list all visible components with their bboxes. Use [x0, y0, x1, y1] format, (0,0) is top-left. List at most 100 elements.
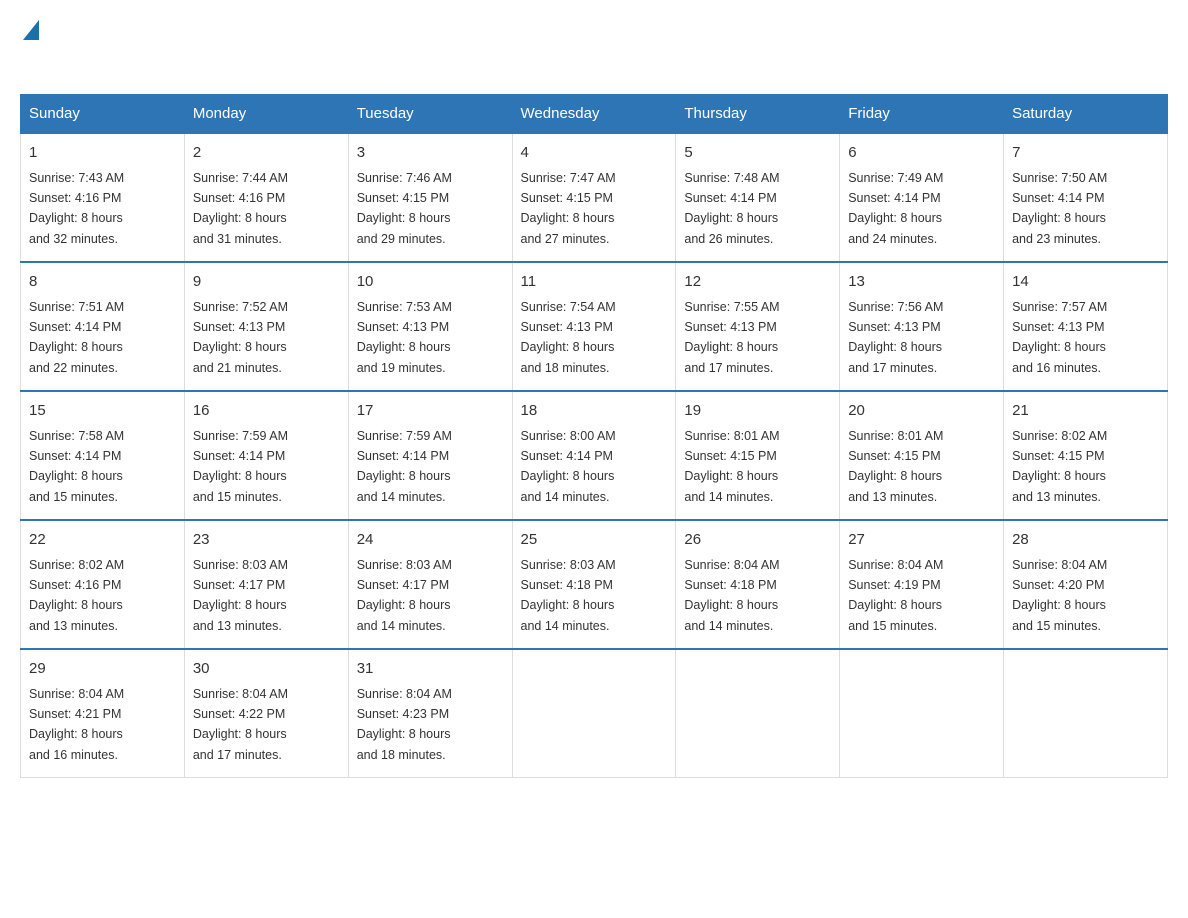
calendar-week-1: 1 Sunrise: 7:43 AMSunset: 4:16 PMDayligh… — [21, 133, 1168, 262]
calendar-cell: 7 Sunrise: 7:50 AMSunset: 4:14 PMDayligh… — [1004, 133, 1168, 262]
day-number: 25 — [521, 529, 668, 552]
column-header-wednesday: Wednesday — [512, 95, 676, 134]
calendar-cell: 11 Sunrise: 7:54 AMSunset: 4:13 PMDaylig… — [512, 262, 676, 391]
calendar-cell: 13 Sunrise: 7:56 AMSunset: 4:13 PMDaylig… — [840, 262, 1004, 391]
day-info: Sunrise: 7:49 AMSunset: 4:14 PMDaylight:… — [848, 171, 943, 246]
column-header-tuesday: Tuesday — [348, 95, 512, 134]
calendar-cell: 5 Sunrise: 7:48 AMSunset: 4:14 PMDayligh… — [676, 133, 840, 262]
day-number: 12 — [684, 271, 831, 294]
day-number: 17 — [357, 400, 504, 423]
calendar-cell: 27 Sunrise: 8:04 AMSunset: 4:19 PMDaylig… — [840, 520, 1004, 649]
day-number: 16 — [193, 400, 340, 423]
day-info: Sunrise: 8:03 AMSunset: 4:17 PMDaylight:… — [357, 558, 452, 633]
day-info: Sunrise: 8:04 AMSunset: 4:21 PMDaylight:… — [29, 687, 124, 762]
day-number: 2 — [193, 142, 340, 165]
day-number: 31 — [357, 658, 504, 681]
day-number: 7 — [1012, 142, 1159, 165]
calendar-cell: 8 Sunrise: 7:51 AMSunset: 4:14 PMDayligh… — [21, 262, 185, 391]
day-number: 13 — [848, 271, 995, 294]
day-number: 4 — [521, 142, 668, 165]
calendar-cell — [676, 649, 840, 778]
day-number: 11 — [521, 271, 668, 294]
day-info: Sunrise: 7:46 AMSunset: 4:15 PMDaylight:… — [357, 171, 452, 246]
calendar-week-3: 15 Sunrise: 7:58 AMSunset: 4:14 PMDaylig… — [21, 391, 1168, 520]
calendar-cell: 30 Sunrise: 8:04 AMSunset: 4:22 PMDaylig… — [184, 649, 348, 778]
day-info: Sunrise: 8:04 AMSunset: 4:19 PMDaylight:… — [848, 558, 943, 633]
calendar-header: SundayMondayTuesdayWednesdayThursdayFrid… — [21, 95, 1168, 134]
day-info: Sunrise: 8:02 AMSunset: 4:16 PMDaylight:… — [29, 558, 124, 633]
day-number: 20 — [848, 400, 995, 423]
day-info: Sunrise: 8:03 AMSunset: 4:17 PMDaylight:… — [193, 558, 288, 633]
day-info: Sunrise: 7:48 AMSunset: 4:14 PMDaylight:… — [684, 171, 779, 246]
day-number: 24 — [357, 529, 504, 552]
day-number: 6 — [848, 142, 995, 165]
column-header-saturday: Saturday — [1004, 95, 1168, 134]
day-number: 3 — [357, 142, 504, 165]
day-number: 30 — [193, 658, 340, 681]
logo — [20, 20, 39, 74]
calendar-cell: 25 Sunrise: 8:03 AMSunset: 4:18 PMDaylig… — [512, 520, 676, 649]
calendar-cell: 23 Sunrise: 8:03 AMSunset: 4:17 PMDaylig… — [184, 520, 348, 649]
calendar-cell: 28 Sunrise: 8:04 AMSunset: 4:20 PMDaylig… — [1004, 520, 1168, 649]
calendar-cell: 21 Sunrise: 8:02 AMSunset: 4:15 PMDaylig… — [1004, 391, 1168, 520]
calendar-cell: 19 Sunrise: 8:01 AMSunset: 4:15 PMDaylig… — [676, 391, 840, 520]
day-number: 18 — [521, 400, 668, 423]
day-info: Sunrise: 7:43 AMSunset: 4:16 PMDaylight:… — [29, 171, 124, 246]
calendar-cell: 18 Sunrise: 8:00 AMSunset: 4:14 PMDaylig… — [512, 391, 676, 520]
day-number: 10 — [357, 271, 504, 294]
day-info: Sunrise: 7:56 AMSunset: 4:13 PMDaylight:… — [848, 300, 943, 375]
calendar-cell: 14 Sunrise: 7:57 AMSunset: 4:13 PMDaylig… — [1004, 262, 1168, 391]
day-info: Sunrise: 8:04 AMSunset: 4:23 PMDaylight:… — [357, 687, 452, 762]
day-number: 19 — [684, 400, 831, 423]
calendar-cell: 17 Sunrise: 7:59 AMSunset: 4:14 PMDaylig… — [348, 391, 512, 520]
calendar-cell: 29 Sunrise: 8:04 AMSunset: 4:21 PMDaylig… — [21, 649, 185, 778]
day-number: 5 — [684, 142, 831, 165]
day-info: Sunrise: 8:04 AMSunset: 4:18 PMDaylight:… — [684, 558, 779, 633]
calendar-cell: 22 Sunrise: 8:02 AMSunset: 4:16 PMDaylig… — [21, 520, 185, 649]
day-info: Sunrise: 8:01 AMSunset: 4:15 PMDaylight:… — [684, 429, 779, 504]
calendar-table: SundayMondayTuesdayWednesdayThursdayFrid… — [20, 94, 1168, 778]
calendar-cell — [512, 649, 676, 778]
page-header — [20, 20, 1168, 74]
calendar-cell: 3 Sunrise: 7:46 AMSunset: 4:15 PMDayligh… — [348, 133, 512, 262]
logo-triangle-icon — [23, 20, 39, 40]
day-number: 23 — [193, 529, 340, 552]
day-number: 22 — [29, 529, 176, 552]
calendar-cell: 2 Sunrise: 7:44 AMSunset: 4:16 PMDayligh… — [184, 133, 348, 262]
day-number: 29 — [29, 658, 176, 681]
calendar-cell: 26 Sunrise: 8:04 AMSunset: 4:18 PMDaylig… — [676, 520, 840, 649]
day-number: 21 — [1012, 400, 1159, 423]
calendar-cell: 31 Sunrise: 8:04 AMSunset: 4:23 PMDaylig… — [348, 649, 512, 778]
calendar-cell: 6 Sunrise: 7:49 AMSunset: 4:14 PMDayligh… — [840, 133, 1004, 262]
calendar-cell: 10 Sunrise: 7:53 AMSunset: 4:13 PMDaylig… — [348, 262, 512, 391]
day-number: 27 — [848, 529, 995, 552]
calendar-week-5: 29 Sunrise: 8:04 AMSunset: 4:21 PMDaylig… — [21, 649, 1168, 778]
day-info: Sunrise: 7:52 AMSunset: 4:13 PMDaylight:… — [193, 300, 288, 375]
calendar-cell: 16 Sunrise: 7:59 AMSunset: 4:14 PMDaylig… — [184, 391, 348, 520]
day-info: Sunrise: 8:02 AMSunset: 4:15 PMDaylight:… — [1012, 429, 1107, 504]
calendar-cell: 15 Sunrise: 7:58 AMSunset: 4:14 PMDaylig… — [21, 391, 185, 520]
calendar-cell: 24 Sunrise: 8:03 AMSunset: 4:17 PMDaylig… — [348, 520, 512, 649]
column-header-monday: Monday — [184, 95, 348, 134]
day-info: Sunrise: 8:00 AMSunset: 4:14 PMDaylight:… — [521, 429, 616, 504]
column-header-friday: Friday — [840, 95, 1004, 134]
day-number: 1 — [29, 142, 176, 165]
day-info: Sunrise: 7:54 AMSunset: 4:13 PMDaylight:… — [521, 300, 616, 375]
day-info: Sunrise: 7:50 AMSunset: 4:14 PMDaylight:… — [1012, 171, 1107, 246]
day-info: Sunrise: 7:44 AMSunset: 4:16 PMDaylight:… — [193, 171, 288, 246]
day-info: Sunrise: 7:53 AMSunset: 4:13 PMDaylight:… — [357, 300, 452, 375]
day-info: Sunrise: 8:04 AMSunset: 4:20 PMDaylight:… — [1012, 558, 1107, 633]
day-number: 8 — [29, 271, 176, 294]
day-number: 9 — [193, 271, 340, 294]
day-info: Sunrise: 7:47 AMSunset: 4:15 PMDaylight:… — [521, 171, 616, 246]
day-number: 14 — [1012, 271, 1159, 294]
day-info: Sunrise: 8:04 AMSunset: 4:22 PMDaylight:… — [193, 687, 288, 762]
day-number: 28 — [1012, 529, 1159, 552]
calendar-cell — [840, 649, 1004, 778]
day-info: Sunrise: 8:01 AMSunset: 4:15 PMDaylight:… — [848, 429, 943, 504]
calendar-cell: 4 Sunrise: 7:47 AMSunset: 4:15 PMDayligh… — [512, 133, 676, 262]
day-info: Sunrise: 7:55 AMSunset: 4:13 PMDaylight:… — [684, 300, 779, 375]
day-info: Sunrise: 7:51 AMSunset: 4:14 PMDaylight:… — [29, 300, 124, 375]
column-header-thursday: Thursday — [676, 95, 840, 134]
calendar-cell: 1 Sunrise: 7:43 AMSunset: 4:16 PMDayligh… — [21, 133, 185, 262]
